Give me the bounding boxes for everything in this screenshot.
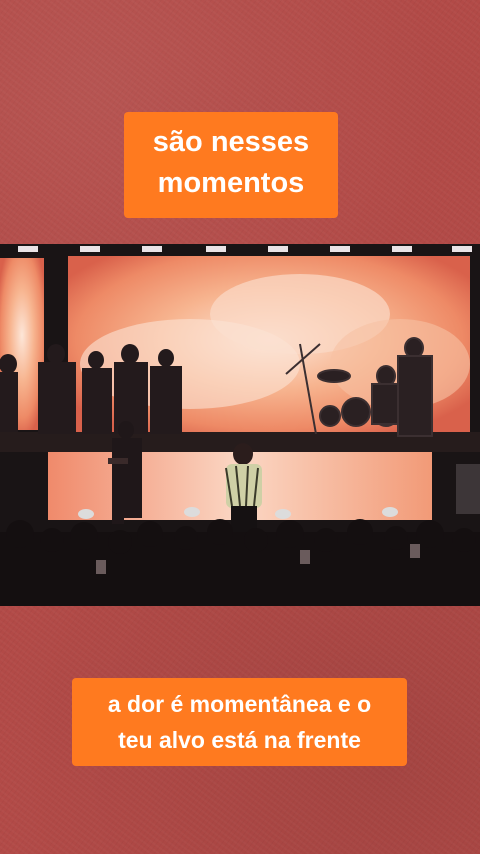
crowd-silhouettes bbox=[0, 519, 480, 606]
top-caption-line1: são nesses bbox=[152, 126, 310, 158]
bottom-caption-line2: teu alvo está na frente bbox=[118, 726, 361, 753]
top-caption: são nesses momentos bbox=[124, 112, 338, 218]
bottom-caption: a dor é momentânea e o teu alvo está na … bbox=[72, 678, 407, 766]
top-caption-line2: momentos bbox=[157, 166, 305, 199]
concert-photo bbox=[0, 244, 480, 606]
bottom-caption-line1: a dor é momentânea e o bbox=[107, 691, 372, 717]
